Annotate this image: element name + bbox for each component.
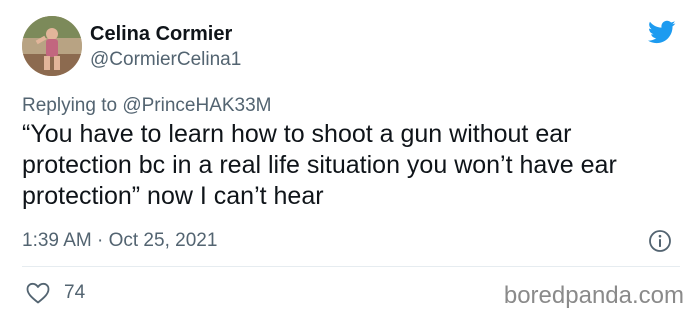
- reply-mention-link[interactable]: @PrinceHAK33M: [122, 95, 271, 116]
- heart-icon: [26, 282, 50, 304]
- like-count: 74: [64, 282, 86, 303]
- display-name[interactable]: Celina Cormier: [90, 22, 241, 46]
- tweet-text: “You have to learn how to shoot a gun wi…: [22, 120, 617, 210]
- twitter-bird-icon[interactable]: [646, 18, 678, 46]
- replying-to: Replying to @PrinceHAK33M: [22, 94, 272, 118]
- like-button[interactable]: 74: [26, 281, 85, 305]
- tweet-card: Celina Cormier @CormierCelina1 Replying …: [0, 0, 700, 319]
- avatar-image: [22, 16, 82, 76]
- avatar[interactable]: [22, 16, 82, 76]
- boredpanda-watermark: boredpanda.com: [503, 282, 684, 309]
- tweet-timestamp[interactable]: 1:39 AM · Oct 25, 2021: [22, 229, 217, 253]
- divider: [22, 266, 680, 267]
- user-handle[interactable]: @CormierCelina1: [90, 48, 241, 72]
- info-icon[interactable]: [648, 229, 672, 253]
- replying-prefix: Replying to: [22, 95, 123, 116]
- user-info: Celina Cormier @CormierCelina1: [90, 22, 241, 72]
